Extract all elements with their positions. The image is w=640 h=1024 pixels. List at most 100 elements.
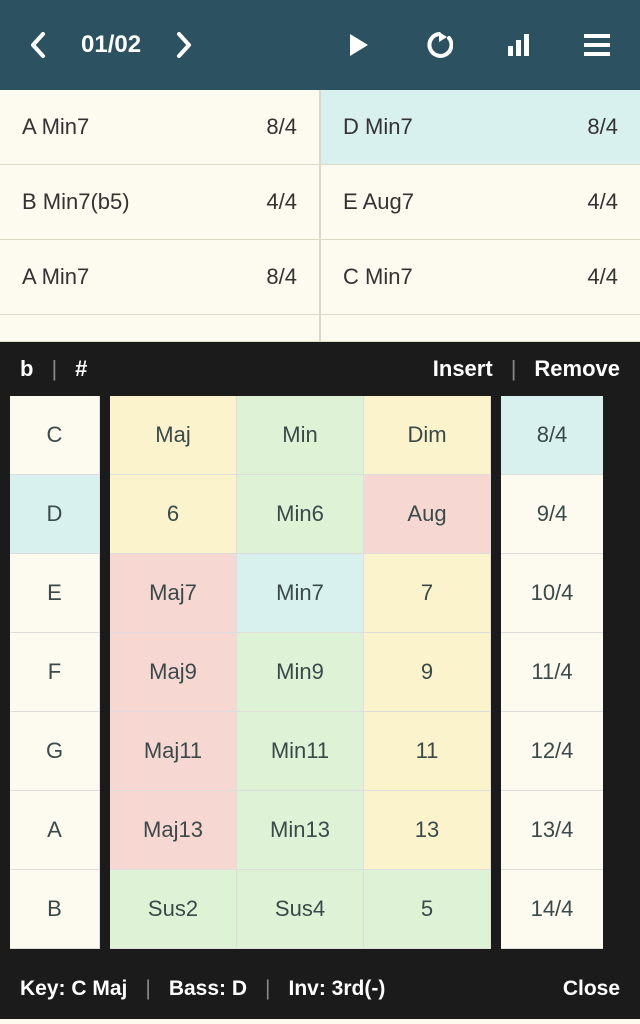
page-indicator: 01/02 (81, 31, 141, 59)
bars-icon (508, 34, 529, 56)
chord-time: 8/4 (587, 114, 618, 140)
chord-cell[interactable]: A Min78/4 (0, 90, 321, 164)
quality-cell[interactable]: Min13 (237, 791, 364, 870)
gap (491, 633, 501, 712)
gap (491, 396, 501, 475)
editor-top-bar: b | # Insert | Remove (0, 342, 640, 396)
sharp-button[interactable]: # (75, 356, 87, 382)
menu-button[interactable] (584, 34, 610, 56)
gap (491, 475, 501, 554)
quality-cell[interactable]: 5 (364, 870, 491, 949)
picker-row: FMaj9Min9911/4 (10, 633, 630, 712)
quality-cell[interactable]: Maj7 (110, 554, 237, 633)
separator: | (265, 977, 270, 1001)
chord-time: 8/4 (266, 264, 297, 290)
timesig-cell[interactable]: 14/4 (501, 870, 603, 949)
key-button[interactable]: Key: C Maj (20, 977, 127, 1001)
editor-bottom-bar: Key: C Maj | Bass: D | Inv: 3rd(-) Close (0, 959, 640, 1019)
quality-cell[interactable]: 6 (110, 475, 237, 554)
gap (100, 791, 110, 870)
next-page-button[interactable] (176, 32, 192, 58)
editor-panel: b | # Insert | Remove CMajMinDim8/4D6Min… (0, 342, 640, 1019)
rewind-button[interactable] (425, 32, 453, 58)
quality-cell[interactable]: 7 (364, 554, 491, 633)
chord-name: B Min7(b5) (22, 189, 130, 215)
quality-cell[interactable]: Maj9 (110, 633, 237, 712)
quality-cell[interactable]: Min (237, 396, 364, 475)
note-cell[interactable]: E (10, 554, 100, 633)
gap (100, 870, 110, 949)
chord-time: 8/4 (266, 114, 297, 140)
picker-grid: CMajMinDim8/4D6Min6Aug9/4EMaj7Min7710/4F… (0, 396, 640, 959)
gap (491, 870, 501, 949)
chord-cell[interactable]: E Aug74/4 (321, 165, 640, 239)
top-bar-left: 01/02 (30, 31, 192, 59)
gap (491, 791, 501, 870)
timesig-cell[interactable]: 8/4 (501, 396, 603, 475)
chord-time: 4/4 (266, 189, 297, 215)
remove-button[interactable]: Remove (534, 356, 620, 382)
chord-name: D Min7 (343, 114, 413, 140)
quality-cell[interactable]: Min9 (237, 633, 364, 712)
menu-icon (584, 34, 610, 56)
gap (100, 633, 110, 712)
quality-cell[interactable]: 9 (364, 633, 491, 712)
quality-cell[interactable]: Min11 (237, 712, 364, 791)
insert-button[interactable]: Insert (433, 356, 493, 382)
chord-cell[interactable]: A Min78/4 (0, 240, 321, 314)
chord-grid: A Min78/4 D Min7 8/4 B Min7(b5) 4/4 E Aug74/4… (0, 90, 640, 342)
chord-row: B Min7(b5) 4/4 E Aug74/4 (0, 165, 640, 240)
quality-cell[interactable]: 11 (364, 712, 491, 791)
chord-cell-empty[interactable] (321, 315, 640, 341)
note-cell[interactable]: A (10, 791, 100, 870)
quality-cell[interactable]: Min7 (237, 554, 364, 633)
quality-cell[interactable]: Sus4 (237, 870, 364, 949)
chord-row: A Min78/4 C Min7 4/4 (0, 240, 640, 315)
note-cell[interactable]: C (10, 396, 100, 475)
gap (491, 712, 501, 791)
close-button[interactable]: Close (563, 977, 620, 1001)
quality-cell[interactable]: Maj11 (110, 712, 237, 791)
gap (100, 712, 110, 791)
quality-cell[interactable]: Maj (110, 396, 237, 475)
chord-cell[interactable]: D Min7 8/4 (321, 90, 640, 164)
note-cell[interactable]: B (10, 870, 100, 949)
timesig-cell[interactable]: 12/4 (501, 712, 603, 791)
flat-button[interactable]: b (20, 356, 33, 382)
separator: | (51, 356, 57, 382)
picker-row: EMaj7Min7710/4 (10, 554, 630, 633)
picker-row: AMaj13Min131313/4 (10, 791, 630, 870)
timesig-cell[interactable]: 11/4 (501, 633, 603, 712)
chord-row: A Min78/4 D Min7 8/4 (0, 90, 640, 165)
bass-button[interactable]: Bass: D (169, 977, 247, 1001)
chord-name: C Min7 (343, 264, 413, 290)
note-cell[interactable]: G (10, 712, 100, 791)
quality-cell[interactable]: 13 (364, 791, 491, 870)
quality-cell[interactable]: Min6 (237, 475, 364, 554)
separator: | (511, 356, 517, 382)
quality-cell[interactable]: Dim (364, 396, 491, 475)
picker-row: CMajMinDim8/4 (10, 396, 630, 475)
note-cell[interactable]: F (10, 633, 100, 712)
gap (491, 554, 501, 633)
inversion-button[interactable]: Inv: 3rd(-) (289, 977, 386, 1001)
picker-row: D6Min6Aug9/4 (10, 475, 630, 554)
quality-cell[interactable]: Sus2 (110, 870, 237, 949)
chord-time: 4/4 (587, 264, 618, 290)
play-button[interactable] (348, 32, 370, 58)
prev-page-button[interactable] (30, 32, 46, 58)
top-bar: 01/02 (0, 0, 640, 90)
levels-button[interactable] (508, 34, 529, 56)
gap (100, 554, 110, 633)
chord-cell-empty[interactable] (0, 315, 321, 341)
quality-cell[interactable]: Maj13 (110, 791, 237, 870)
note-cell[interactable]: D (10, 475, 100, 554)
timesig-cell[interactable]: 13/4 (501, 791, 603, 870)
timesig-cell[interactable]: 10/4 (501, 554, 603, 633)
quality-cell[interactable]: Aug (364, 475, 491, 554)
chord-cell[interactable]: C Min7 4/4 (321, 240, 640, 314)
chord-cell[interactable]: B Min7(b5) 4/4 (0, 165, 321, 239)
picker-row: GMaj11Min111112/4 (10, 712, 630, 791)
separator: | (145, 977, 150, 1001)
timesig-cell[interactable]: 9/4 (501, 475, 603, 554)
